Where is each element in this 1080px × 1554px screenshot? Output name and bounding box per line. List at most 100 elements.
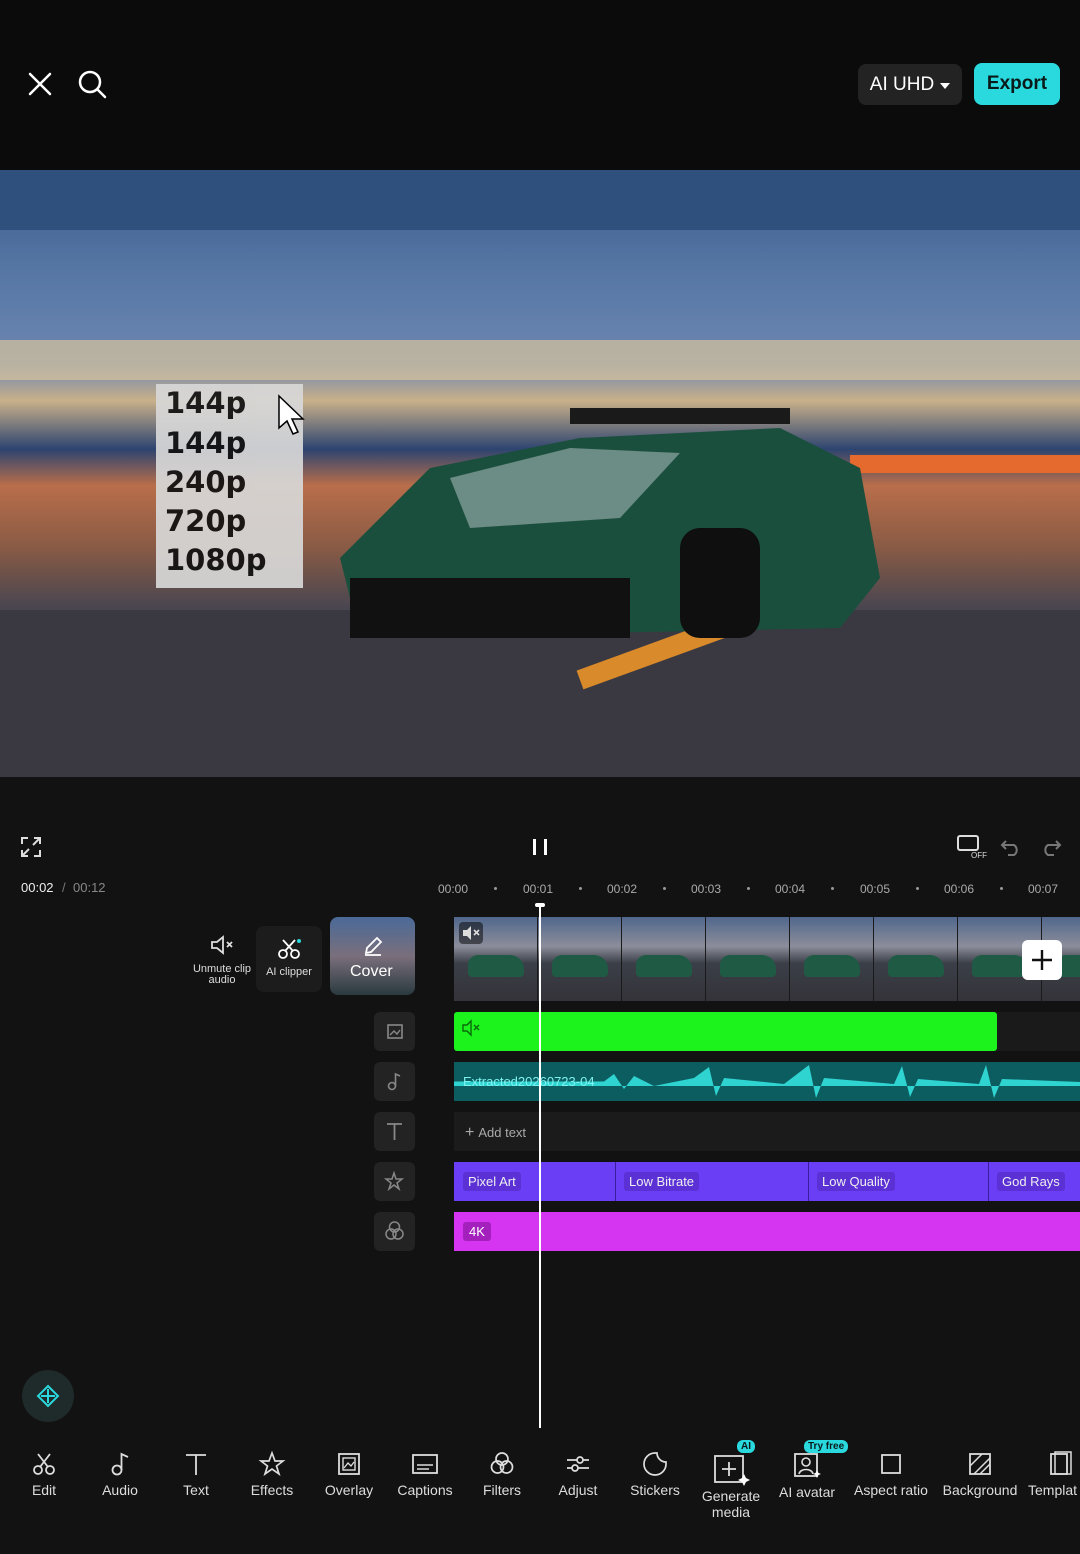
tool-ai-avatar[interactable]: AI avatar [776,1450,838,1500]
ai-clipper-label: AI clipper [266,966,312,978]
keyframe-icon [36,1384,60,1408]
close-icon[interactable] [22,66,58,102]
resolution-option[interactable]: 240p [165,465,246,499]
resolution-option[interactable]: 144p [165,386,246,420]
filter-track[interactable] [454,1212,1080,1251]
aspect-ratio-icon [881,1454,901,1474]
plus-icon [1032,950,1052,970]
speaker-muted-icon [211,935,233,955]
video-track[interactable] [454,917,1080,1001]
add-text-track[interactable] [454,1112,1080,1151]
tool-label: Filters [482,1482,522,1498]
total-time: 00:12 [73,880,106,895]
resolution-option[interactable]: 1080p [165,543,266,577]
resolution-option[interactable]: 144p [165,426,246,460]
tool-label: Captions [397,1482,453,1498]
preview-off-icon[interactable]: OFF [956,834,988,860]
fullscreen-icon[interactable] [20,836,42,858]
ruler-tick: 00:05 [860,882,891,896]
keyframe-button[interactable] [22,1370,74,1422]
add-text-button[interactable]: + Add text [465,1124,526,1142]
ai-avatar-icon [794,1453,821,1478]
scissors-icon [33,1453,55,1475]
playhead[interactable] [539,905,541,1428]
ruler-tick: 00:03 [691,882,722,896]
tool-generate-media[interactable]: Generate media [698,1450,764,1520]
effects-star-icon [383,1170,405,1192]
ai-clipper-button[interactable]: AI clipper [256,926,322,992]
undo-icon[interactable] [1000,837,1022,857]
ruler-tick: 00:07 [1028,882,1059,896]
current-time: 00:02 [21,880,54,895]
resolution-option[interactable]: 720p [165,504,246,538]
tool-label: Aspect ratio [854,1482,928,1498]
tool-edit[interactable]: Edit [18,1450,70,1498]
ruler-dot [831,887,834,890]
tool-background[interactable]: Background [940,1450,1020,1498]
ruler-dot [916,887,919,890]
tool-label: Background [942,1482,1018,1498]
search-icon[interactable] [74,66,110,102]
editor-screen: AI UHD Export 144p 144p 240p 720p 1080p [0,0,1080,1554]
video-frame [622,917,706,1001]
quality-label: AI UHD [869,73,935,95]
video-frame [706,917,790,1001]
text-track-icon[interactable] [374,1112,415,1151]
tool-audio[interactable]: Audio [94,1450,146,1498]
export-button[interactable]: Export [974,63,1060,105]
time-separator: / [62,880,66,895]
tool-overlay[interactable]: Overlay [320,1450,378,1498]
redo-icon[interactable] [1040,837,1062,857]
filter-clip-label[interactable]: 4K [463,1222,491,1241]
tool-templates[interactable]: Templat [1028,1450,1080,1498]
tool-aspect-ratio[interactable]: Aspect ratio [850,1450,932,1498]
effects-track-icon[interactable] [374,1162,415,1201]
tool-stickers[interactable]: Stickers [624,1450,686,1498]
audio-clip-label: Extracted20260723-04 [463,1074,595,1089]
tool-label: Adjust [558,1482,598,1498]
try-free-badge: Try free [804,1440,849,1453]
tool-text[interactable]: Text [170,1450,222,1498]
tool-filters[interactable]: Filters [476,1450,528,1498]
ruler-tick: 00:01 [523,882,554,896]
quality-dropdown[interactable]: AI UHD [858,64,962,105]
ruler-dot [579,887,582,890]
ruler-dot [1000,887,1003,890]
clouds-region [0,340,1080,380]
ruler-tick: 00:04 [775,882,806,896]
svg-text:OFF: OFF [971,851,987,860]
effects-track[interactable] [454,1162,1080,1201]
add-clip-button[interactable] [1022,940,1062,980]
tool-adjust[interactable]: Adjust [552,1450,604,1498]
tool-label: Effects [250,1482,294,1498]
unmute-clip-audio-button[interactable]: Unmute clip audio [192,928,252,986]
effect-clip-label[interactable]: God Rays [997,1172,1065,1191]
video-preview[interactable]: 144p 144p 240p 720p 1080p [0,170,1080,777]
overlay-icon [338,1453,360,1475]
car-image [340,408,880,638]
audio-track-icon[interactable] [374,1062,415,1101]
pause-icon[interactable] [530,837,550,857]
cover-button[interactable]: Cover [330,917,415,995]
effect-clip-label[interactable]: Low Bitrate [624,1172,700,1191]
tool-label: Text [183,1482,209,1498]
clip-muted-icon [459,922,483,944]
ruler-dot [494,887,497,890]
effect-divider [615,1162,616,1201]
effect-clip-label[interactable]: Low Quality [817,1172,895,1191]
video-frame [790,917,874,1001]
overlay-clip[interactable] [454,1012,997,1051]
effect-divider [988,1162,989,1201]
add-text-label: Add text [478,1125,527,1140]
tool-effects[interactable]: Effects [244,1450,300,1498]
tool-label: Overlay [324,1482,374,1498]
effect-clip-label[interactable]: Pixel Art [463,1172,521,1191]
tool-captions[interactable]: Captions [394,1450,456,1498]
overlay-track-empty [997,1012,1080,1051]
tool-label: Stickers [630,1482,680,1498]
pencil-icon [364,936,383,956]
filters-track-icon[interactable] [374,1212,415,1251]
overlay-track-icon[interactable] [374,1012,415,1051]
ai-badge: AI [737,1440,755,1453]
unmute-label: Unmute clip audio [192,963,252,986]
